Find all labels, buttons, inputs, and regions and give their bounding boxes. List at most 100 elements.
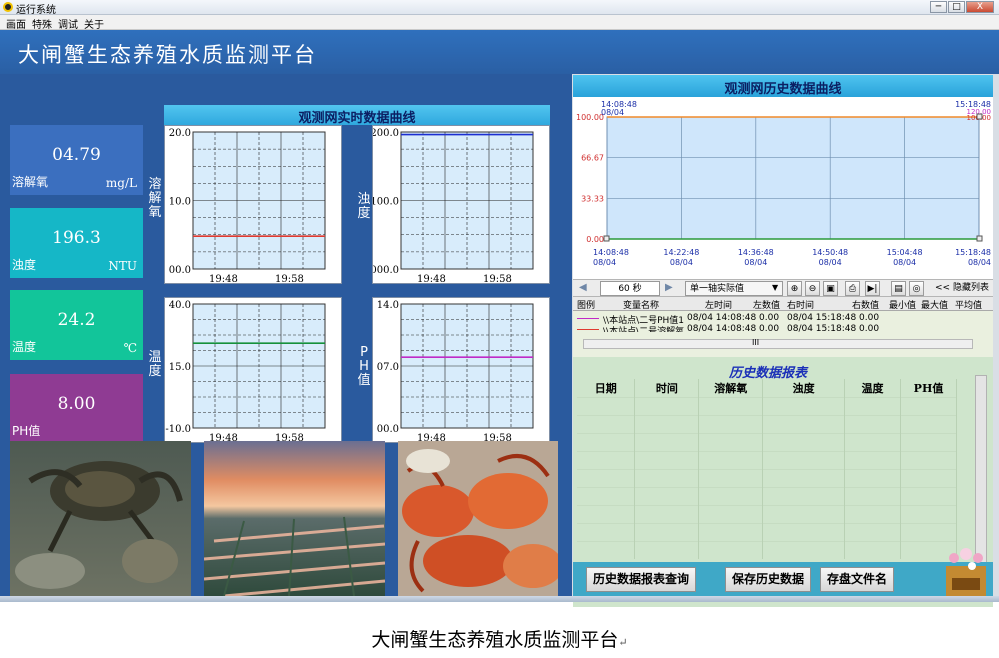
- menu-screen[interactable]: 画面: [6, 16, 26, 31]
- settings-icon[interactable]: ◎: [909, 281, 924, 296]
- report-cell: [844, 450, 902, 469]
- chevron-down-icon[interactable]: ▼: [772, 281, 783, 296]
- legend-col-min: 最小值: [889, 301, 917, 311]
- report-vertical-scrollbar[interactable]: [975, 375, 987, 565]
- history-query-button[interactable]: 历史数据报表查询: [586, 567, 697, 592]
- history-x-tick-date: 08/04: [744, 258, 767, 267]
- report-row[interactable]: [577, 504, 957, 523]
- history-x-tick-time: 14:22:48: [663, 248, 699, 257]
- legend-col-left-value: 左数值: [753, 301, 781, 311]
- report-cell: [577, 486, 636, 505]
- legend-col-swatch: 图例: [577, 301, 596, 311]
- y-tick-label: 100.0: [373, 197, 399, 208]
- report-cell: [844, 522, 902, 541]
- save-history-button[interactable]: 保存历史数据: [725, 567, 812, 592]
- flower-decoration-image: [944, 546, 989, 596]
- menu-bar: 画面 特殊 调试 关于: [0, 15, 999, 31]
- history-chart-svg: 100.0066.6733.330.0014:08:4808/0414:22:4…: [576, 100, 991, 267]
- filename-button[interactable]: 存盘文件名: [820, 567, 895, 592]
- report-row[interactable]: [577, 432, 957, 451]
- history-x-tick-date: 08/04: [819, 258, 842, 267]
- temperature-tile: 24.2 温度 ℃: [10, 290, 143, 360]
- report-cell: [634, 504, 700, 523]
- y-tick-label: 20.0: [169, 128, 191, 139]
- history-x-tick-date: 08/04: [893, 258, 916, 267]
- report-row[interactable]: [577, 486, 957, 505]
- zoom-out-icon[interactable]: ⊖: [805, 281, 820, 296]
- report-row[interactable]: [577, 450, 957, 469]
- realtime-chart-title: 观测网实时数据曲线: [298, 111, 416, 126]
- interval-field[interactable]: 60 秒: [600, 281, 660, 296]
- report-col-temperature: 温度: [844, 379, 902, 397]
- close-button[interactable]: X: [966, 1, 994, 13]
- report-cell: [762, 396, 846, 415]
- legend-swatch: [577, 318, 599, 319]
- history-cursor-handle-left: [603, 235, 610, 242]
- scroll-left-button[interactable]: ◀: [579, 281, 595, 296]
- history-chart-title: 观测网历史数据曲线: [724, 82, 842, 97]
- report-row[interactable]: [577, 396, 957, 415]
- history-chart-header: 观测网历史数据曲线: [573, 75, 993, 97]
- report-cell: [698, 522, 764, 541]
- y-tick-label: 15.0: [169, 362, 191, 373]
- hide-list-button[interactable]: << 隐藏列表: [935, 281, 993, 296]
- report-cell: [634, 432, 700, 451]
- report-row[interactable]: [577, 522, 957, 541]
- axis-mode-select[interactable]: 单一轴实际值: [685, 281, 783, 296]
- scroll-right-button[interactable]: ▶: [665, 281, 681, 296]
- history-x-tick-time: 15:18:48: [955, 248, 991, 257]
- report-cell: [844, 396, 902, 415]
- fit-icon[interactable]: ▣: [823, 281, 838, 296]
- history-y-tick-label: 66.67: [581, 154, 604, 163]
- legend-list: 图例 变量名称 左时间 左数值 右时间 右数值 最小值 最大值 平均值 \\本站…: [573, 297, 993, 357]
- ph-chart: 14.0 07.0 00.0 19:48 19:58: [372, 297, 550, 444]
- ph-label: PH值: [12, 424, 41, 438]
- history-x-tick-date: 08/04: [968, 258, 991, 267]
- report-row[interactable]: [577, 540, 957, 559]
- x-tick-label: 19:48: [417, 274, 446, 285]
- report-cell: [900, 414, 957, 433]
- history-chart: 100.00 66.67 33.33 0.00 14:08:48 08/04 14:22:4…: [573, 97, 993, 279]
- report-cell: [844, 414, 902, 433]
- play-end-icon[interactable]: ▶|: [865, 281, 880, 296]
- report-cell: [762, 504, 846, 523]
- menu-special[interactable]: 特殊: [32, 16, 52, 31]
- history-x-tick-date: 08/04: [593, 258, 616, 267]
- report-row[interactable]: [577, 468, 957, 487]
- report-cell: [698, 414, 764, 433]
- report-cell: [634, 486, 700, 505]
- report-row[interactable]: [577, 414, 957, 433]
- report-cell: [844, 540, 902, 559]
- zoom-in-icon[interactable]: ⊕: [787, 281, 802, 296]
- minimize-button[interactable]: ─: [930, 1, 947, 13]
- x-tick-label: 19:58: [275, 274, 304, 285]
- menu-debug[interactable]: 调试: [58, 16, 78, 31]
- history-x-tick-date: 08/04: [670, 258, 693, 267]
- report-cell: [698, 450, 764, 469]
- header-banner: 大闸蟹生态养殖水质监测平台: [0, 30, 999, 74]
- ph-axis-label: PH值: [357, 345, 371, 388]
- report-cell: [698, 432, 764, 451]
- report-col-oxygen: 溶解氧: [698, 379, 764, 397]
- legend-left-time: 08/04 14:08:48: [687, 313, 757, 323]
- print-icon[interactable]: ⎙: [845, 281, 860, 296]
- report-cell: [577, 522, 636, 541]
- maximize-button[interactable]: □: [948, 1, 965, 13]
- scroll-grip[interactable]: III: [752, 338, 759, 347]
- legend-right-value: 0.00: [859, 324, 880, 332]
- export-icon[interactable]: ▤: [891, 281, 906, 296]
- pond-aerial-photo: [204, 441, 385, 596]
- x-tick-label: 19:58: [483, 274, 512, 285]
- temperature-axis-label: 温度: [148, 350, 162, 379]
- report-header-row: 日期 时间 溶解氧 浊度 温度 PH值: [577, 379, 957, 397]
- dissolved-oxygen-axis-label: 溶解氧: [148, 177, 162, 220]
- report-col-turbidity: 浊度: [762, 379, 846, 397]
- legend-row[interactable]: \\本站点\二号溶解氧 08/04 14:08:48 0.00 08/04 15…: [573, 323, 983, 332]
- report-col-ph: PH值: [900, 379, 957, 397]
- legend-left-value: 0.00: [759, 324, 780, 332]
- legend-horizontal-scrollbar[interactable]: III: [583, 338, 973, 349]
- report-cell: [762, 468, 846, 487]
- menu-about[interactable]: 关于: [84, 16, 104, 31]
- report-cell: [634, 414, 700, 433]
- turbidity-chart: 200.0 100.0 000.0 19:48 19:58: [372, 125, 550, 285]
